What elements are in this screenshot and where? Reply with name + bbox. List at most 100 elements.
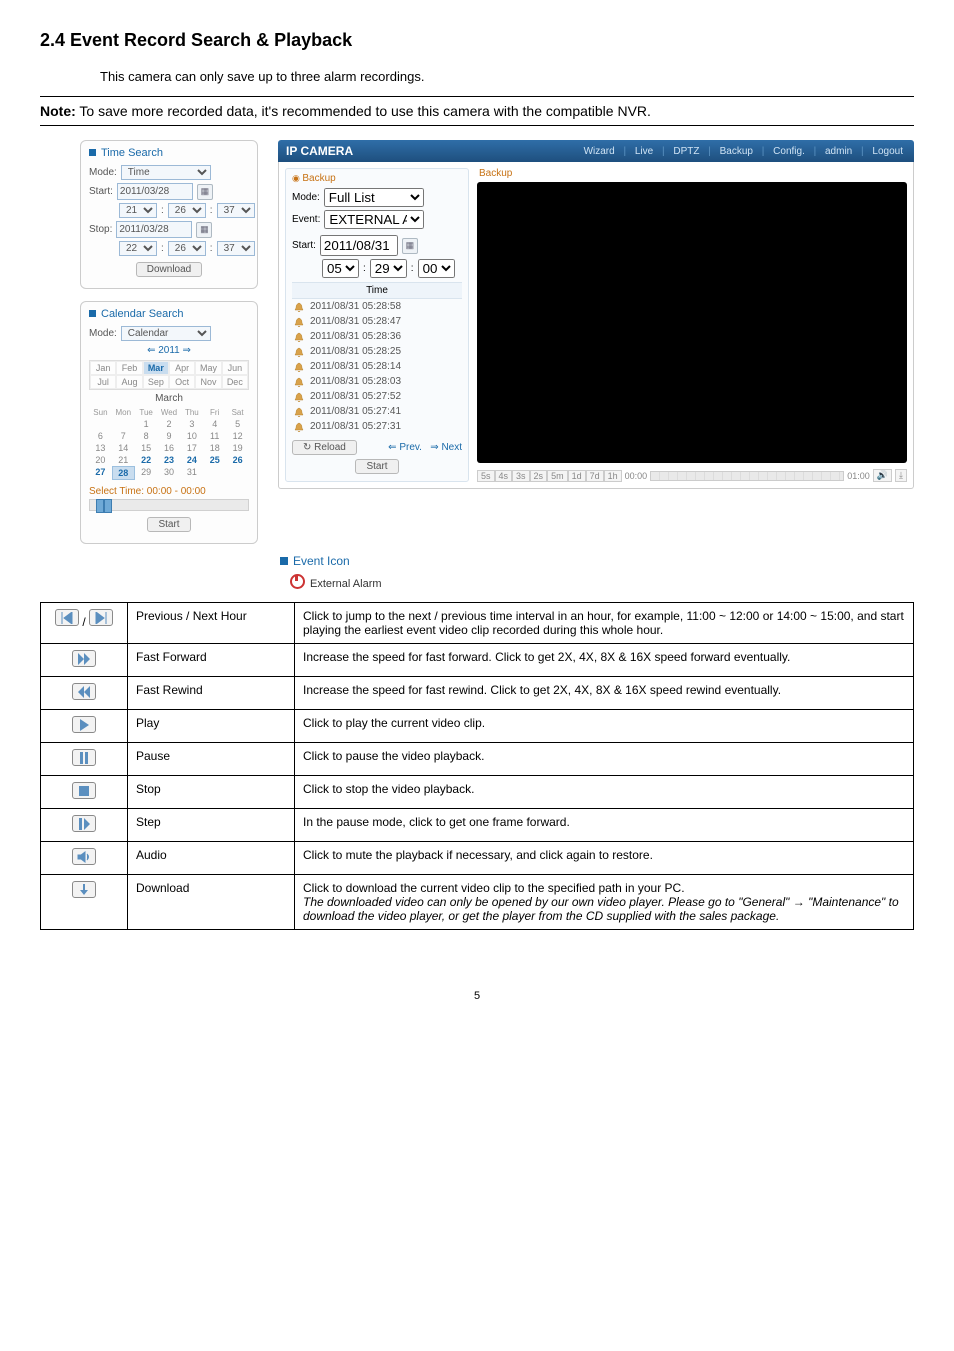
month-cell[interactable]: Sep [143,375,169,389]
day-cell[interactable]: 14 [112,442,135,454]
event-row[interactable]: 2011/08/31 05:28:03 [292,374,462,389]
day-cell[interactable]: 31 [180,466,203,480]
start-min[interactable]: 26 [168,203,206,218]
month-cell[interactable]: Mar [143,361,169,375]
day-cell[interactable]: 11 [203,430,226,442]
month-cell[interactable]: Jul [90,375,116,389]
day-cell[interactable]: 4 [203,418,226,430]
audio-icon[interactable] [72,848,96,865]
month-cell[interactable]: Oct [169,375,195,389]
header-link[interactable]: Live [635,146,653,157]
day-cell[interactable]: 15 [135,442,158,454]
bk-start-h[interactable]: 05 [322,259,359,278]
event-row[interactable]: 2011/08/31 05:27:31 [292,419,462,434]
bk-mode-select[interactable]: Full List [324,188,424,207]
pause-icon[interactable] [72,749,96,766]
day-grid[interactable]: SunMonTueWedThuFriSat 123456789101112131… [89,407,249,480]
stop-hour[interactable]: 22 [119,241,157,256]
day-cell[interactable]: 30 [158,466,181,480]
start-sec[interactable]: 37 [217,203,255,218]
day-cell[interactable]: 7 [112,430,135,442]
stop-min[interactable]: 26 [168,241,206,256]
month-cell[interactable]: Jun [222,361,248,375]
event-row[interactable]: 2011/08/31 05:28:47 [292,314,462,329]
event-row[interactable]: 2011/08/31 05:28:14 [292,359,462,374]
time-range-slider[interactable] [89,499,249,511]
timeline-segment[interactable]: 4s [495,470,513,482]
event-row[interactable]: 2011/08/31 05:27:41 [292,404,462,419]
day-cell[interactable]: 26 [226,454,249,466]
prev-hour-icon[interactable] [55,609,79,626]
bk-start-date[interactable] [320,235,398,256]
day-cell[interactable]: 23 [158,454,181,466]
event-row[interactable]: 2011/08/31 05:28:36 [292,329,462,344]
play-icon[interactable] [72,716,96,733]
day-cell[interactable]: 18 [203,442,226,454]
reload-button[interactable]: ↻ Reload [292,440,357,455]
next-button[interactable]: ⇒ Next [430,442,462,453]
day-cell[interactable]: 10 [180,430,203,442]
download-icon[interactable] [72,881,96,898]
timeline-audio-icon[interactable]: 🔊 [873,469,892,482]
timeline-segment[interactable]: 3s [512,470,530,482]
day-cell[interactable]: 28 [112,466,135,480]
prev-button[interactable]: ⇐ Prev. [388,442,422,453]
day-cell[interactable]: 12 [226,430,249,442]
day-cell[interactable]: 22 [135,454,158,466]
month-cell[interactable]: Apr [169,361,195,375]
day-cell[interactable]: 29 [135,466,158,480]
header-link[interactable]: Wizard [584,146,615,157]
day-cell[interactable]: 6 [89,430,112,442]
day-cell[interactable]: 16 [158,442,181,454]
month-cell[interactable]: May [195,361,221,375]
header-link[interactable]: admin [825,146,852,157]
day-cell[interactable]: 5 [226,418,249,430]
calendar-icon[interactable]: ▦ [197,184,213,200]
day-cell[interactable]: 3 [180,418,203,430]
fast-forward-icon[interactable] [72,650,96,667]
month-cell[interactable]: Jan [90,361,116,375]
fast-rewind-icon[interactable] [72,683,96,700]
backup-tab[interactable]: Backup [292,173,462,184]
day-cell[interactable]: 21 [112,454,135,466]
timeline-track[interactable] [650,471,844,481]
timeline-segment[interactable]: 1h [604,470,622,482]
slider-handle-left[interactable] [96,499,104,513]
header-link[interactable]: Config. [773,146,805,157]
event-row[interactable]: 2011/08/31 05:28:25 [292,344,462,359]
day-cell[interactable]: 24 [180,454,203,466]
timeline-segment[interactable]: 5s [477,470,495,482]
month-cell[interactable]: Dec [222,375,248,389]
video-area[interactable] [477,182,907,463]
stop-icon[interactable] [72,782,96,799]
bk-start-s[interactable]: 00 [418,259,455,278]
timeline-segment[interactable]: 1d [568,470,586,482]
day-cell[interactable]: 27 [89,466,112,480]
day-cell[interactable]: 1 [135,418,158,430]
header-link[interactable]: Logout [872,146,903,157]
event-row[interactable]: 2011/08/31 05:27:52 [292,389,462,404]
timeline[interactable]: 5s4s3s2s5m1d7d1h 00:00 01:00 🔊 ⤓ [477,469,907,482]
step-icon[interactable] [72,815,96,832]
bk-start-m[interactable]: 29 [370,259,407,278]
day-cell[interactable]: 19 [226,442,249,454]
header-link[interactable]: Backup [720,146,753,157]
day-cell[interactable]: 2 [158,418,181,430]
start-hour[interactable]: 21 [119,203,157,218]
calendar-icon[interactable]: ▦ [402,238,418,254]
slider-handle-right[interactable] [104,499,112,513]
day-cell[interactable]: 8 [135,430,158,442]
month-cell[interactable]: Aug [116,375,142,389]
timeline-download-icon[interactable]: ⤓ [895,469,907,482]
stop-date-input[interactable] [116,221,192,238]
header-link[interactable]: DPTZ [673,146,699,157]
day-cell[interactable]: 17 [180,442,203,454]
day-cell[interactable]: 9 [158,430,181,442]
mode-select[interactable]: Time [121,165,211,180]
year-nav[interactable]: ⇐ 2011 ⇒ [89,345,249,356]
day-cell[interactable]: 13 [89,442,112,454]
start-date-input[interactable] [117,183,193,200]
month-cell[interactable]: Feb [116,361,142,375]
next-hour-icon[interactable] [89,609,113,626]
month-grid[interactable]: JanFebMarAprMayJunJulAugSepOctNovDec [89,360,249,390]
